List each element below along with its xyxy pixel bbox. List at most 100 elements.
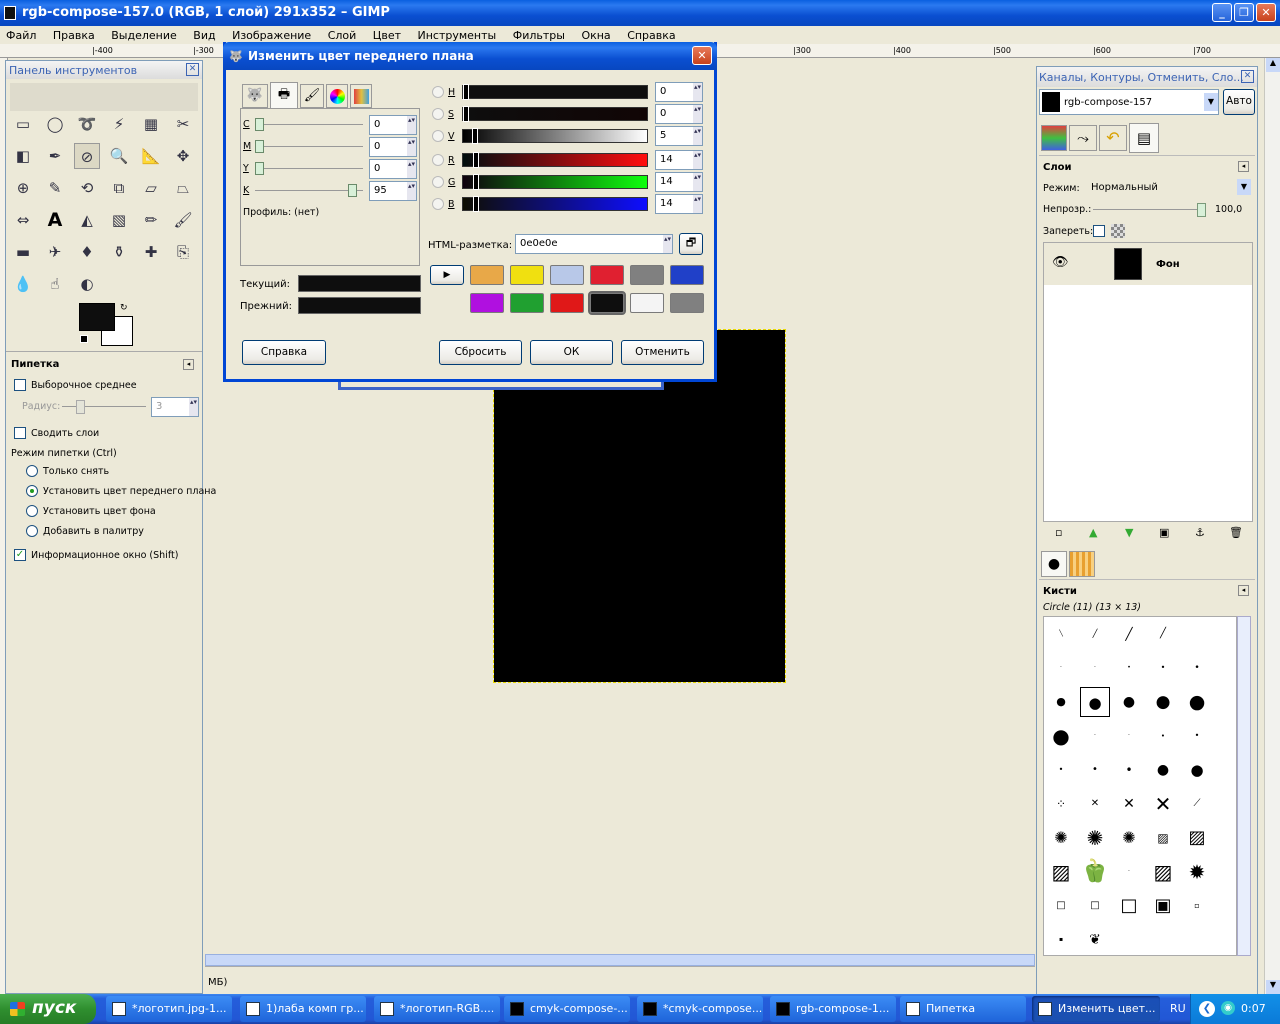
- zoom-icon[interactable]: 🔍: [106, 143, 132, 169]
- cmyk-slider-track[interactable]: [255, 184, 363, 197]
- tab-patterns[interactable]: [1069, 551, 1095, 577]
- menu-layer[interactable]: Слой: [328, 29, 357, 42]
- auto-button[interactable]: Авто: [1223, 89, 1255, 115]
- tab-gimp-selector[interactable]: 🐺: [242, 84, 268, 108]
- tab-channels[interactable]: [1041, 125, 1067, 151]
- reset-button[interactable]: Сбросить: [439, 340, 522, 365]
- blur-icon[interactable]: 💧: [10, 271, 36, 297]
- previous-color-swatch[interactable]: [298, 297, 421, 314]
- pick-mode-radio-pick-only[interactable]: [26, 465, 38, 477]
- panel-menu-icon[interactable]: ◂: [1238, 161, 1249, 172]
- brushes-scrollbar[interactable]: [1237, 616, 1251, 956]
- brush-item[interactable]: □: [1114, 891, 1144, 921]
- channel-spinner[interactable]: 14: [655, 150, 703, 170]
- pick-mode-radio-add-palette[interactable]: [26, 525, 38, 537]
- rotate-icon[interactable]: ⟲: [74, 175, 100, 201]
- ink-icon[interactable]: ♦: [74, 239, 100, 265]
- taskbar-item[interactable]: *логотип-RGB....: [374, 996, 500, 1022]
- tab-cmyk-selector[interactable]: 🖶: [270, 82, 298, 108]
- close-icon[interactable]: ✕: [1241, 70, 1254, 83]
- new-layer-icon[interactable]: ▫: [1055, 526, 1062, 539]
- brush-item[interactable]: •: [1114, 755, 1144, 785]
- brush-item[interactable]: ✺: [1114, 823, 1144, 853]
- raise-layer-icon[interactable]: ▲: [1089, 526, 1097, 539]
- channel-gradient-slider[interactable]: [462, 174, 648, 190]
- brush-item[interactable]: ✕: [1080, 789, 1110, 819]
- brush-item[interactable]: ╱: [1148, 619, 1178, 649]
- hex-input[interactable]: 0e0e0e: [515, 234, 673, 254]
- taskbar-item[interactable]: *cmyk-compose...: [637, 996, 763, 1022]
- brush-item[interactable]: ✕: [1114, 789, 1144, 819]
- menu-tools[interactable]: Инструменты: [418, 29, 497, 42]
- history-swatch[interactable]: [510, 265, 544, 285]
- channel-spinner[interactable]: 5: [655, 126, 703, 146]
- cmyk-slider-track[interactable]: [255, 118, 363, 131]
- channel-radio[interactable]: [432, 154, 444, 166]
- opacity-slider-handle[interactable]: [1197, 203, 1206, 217]
- brush-item[interactable]: •: [1114, 653, 1144, 683]
- brush-item[interactable]: •: [1182, 721, 1212, 751]
- brush-item[interactable]: ▨: [1046, 857, 1076, 887]
- cmyk-slider-track[interactable]: [255, 162, 363, 175]
- lock-alpha-icon[interactable]: [1111, 224, 1125, 238]
- start-button[interactable]: пуск: [0, 994, 96, 1024]
- brush-item[interactable]: ·: [1080, 721, 1110, 751]
- brush-item[interactable]: ╱: [1080, 619, 1110, 649]
- vertical-scrollbar[interactable]: ▲ ▼: [1264, 58, 1280, 996]
- brush-item[interactable]: ❦: [1080, 925, 1110, 955]
- tab-wheel-selector[interactable]: [326, 84, 348, 108]
- brush-item[interactable]: □: [1046, 891, 1076, 921]
- taskbar-item[interactable]: *логотип.jpg-1...: [106, 996, 232, 1022]
- delete-layer-icon[interactable]: 🗑: [1229, 526, 1243, 539]
- channel-slider-marker[interactable]: [463, 106, 469, 122]
- channel-slider-marker[interactable]: [473, 196, 479, 212]
- paintbrush-icon[interactable]: 🖌: [170, 207, 196, 233]
- history-swatch[interactable]: [550, 293, 584, 313]
- foreground-select-icon[interactable]: ◧: [10, 143, 36, 169]
- bucket-fill-icon[interactable]: ◭: [74, 207, 100, 233]
- network-icon[interactable]: ◉: [1221, 1001, 1235, 1015]
- brush-item[interactable]: ✕: [1148, 789, 1178, 819]
- brush-item[interactable]: ·: [1114, 857, 1144, 887]
- align-icon[interactable]: ⊕: [10, 175, 36, 201]
- eye-icon[interactable]: 👁: [1052, 255, 1069, 270]
- tab-watercolor-selector[interactable]: 🖌: [300, 84, 324, 108]
- tray-arrow-icon[interactable]: ❮: [1199, 1001, 1215, 1017]
- history-swatch[interactable]: [590, 265, 624, 285]
- smudge-icon[interactable]: ☝: [42, 271, 68, 297]
- channel-slider-marker[interactable]: [473, 174, 479, 190]
- hex-eyedropper-button[interactable]: 🗗: [679, 233, 703, 255]
- brush-item[interactable]: •: [1148, 721, 1178, 751]
- brush-item[interactable]: ✺: [1080, 823, 1110, 853]
- history-swatch[interactable]: [510, 293, 544, 313]
- ok-button[interactable]: ОК: [530, 340, 613, 365]
- scissors-icon[interactable]: ✂: [170, 111, 196, 137]
- move-icon[interactable]: ✥: [170, 143, 196, 169]
- brush-item[interactable]: ⟋: [1182, 789, 1212, 819]
- sample-merged-checkbox[interactable]: [14, 427, 26, 439]
- radius-spinner[interactable]: 3: [151, 397, 199, 417]
- menu-color[interactable]: Цвет: [373, 29, 401, 42]
- language-indicator[interactable]: RU: [1170, 1002, 1186, 1015]
- taskbar-item[interactable]: rgb-compose-1...: [770, 996, 896, 1022]
- history-swatch[interactable]: [670, 265, 704, 285]
- perspective-icon[interactable]: ⏢: [170, 175, 196, 201]
- brush-item[interactable]: ✺: [1046, 823, 1076, 853]
- clock[interactable]: 0:07: [1241, 1002, 1266, 1015]
- history-swatch[interactable]: [588, 291, 626, 315]
- opacity-slider[interactable]: [1093, 203, 1206, 217]
- cmyk-slider-handle[interactable]: [348, 184, 357, 197]
- info-window-checkbox[interactable]: ✓: [14, 549, 26, 561]
- image-selector[interactable]: rgb-compose-157 ▼: [1039, 89, 1219, 115]
- tab-brushes[interactable]: ●: [1041, 551, 1067, 577]
- color-picker-icon[interactable]: ⊘: [74, 143, 100, 169]
- lasso-icon[interactable]: ➰: [74, 111, 100, 137]
- brush-item[interactable]: ✹: [1182, 857, 1212, 887]
- menu-filters[interactable]: Фильтры: [513, 29, 565, 42]
- sample-average-checkbox[interactable]: [14, 379, 26, 391]
- help-button[interactable]: Справка: [242, 340, 326, 365]
- brush-item[interactable]: ●: [1080, 687, 1110, 717]
- duplicate-layer-icon[interactable]: ▣: [1159, 526, 1169, 539]
- taskbar-item[interactable]: cmyk-compose-...: [504, 996, 630, 1022]
- channel-gradient-slider[interactable]: [462, 128, 648, 144]
